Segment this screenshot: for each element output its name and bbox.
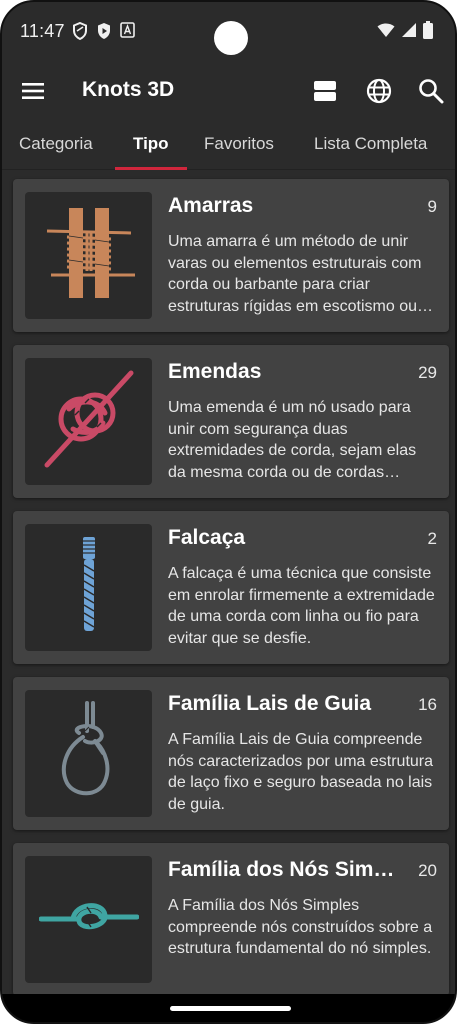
signal-icon bbox=[401, 22, 417, 43]
card-description: A falcaça é uma técnica que consiste em … bbox=[168, 565, 435, 647]
card-description: Uma amarra é um método de unir varas ou … bbox=[168, 233, 422, 315]
app-title: Knots 3D bbox=[82, 78, 175, 101]
overhand-knot-icon bbox=[38, 867, 139, 972]
status-bar: 11:47 bbox=[2, 2, 455, 62]
card-title: Família Lais de Guia bbox=[168, 692, 372, 715]
app-bar: Knots 3D bbox=[2, 62, 455, 120]
tab-tipo[interactable]: Tipo bbox=[133, 134, 169, 154]
bend-knot-icon bbox=[39, 369, 139, 474]
card-title: Amarras bbox=[168, 194, 254, 217]
card-description: Uma emenda é um nó usado para unir com s… bbox=[168, 399, 417, 481]
bowline-loop-icon bbox=[39, 701, 139, 806]
tab-bar: Categoria Tipo Favoritos Lista Completa bbox=[2, 120, 455, 170]
list-item[interactable]: Família dos Nós Simples 20 A Família dos… bbox=[13, 843, 449, 996]
view-toggle-icon[interactable] bbox=[307, 73, 343, 109]
home-gesture-handle[interactable] bbox=[170, 1006, 291, 1011]
list-item[interactable]: Amarras 9 Uma amarra é um método de unir… bbox=[13, 179, 449, 332]
list-item[interactable]: Emendas 29 Uma emenda é um nó usado para… bbox=[13, 345, 449, 498]
status-time: 11:47 bbox=[20, 21, 65, 41]
thumbnail bbox=[25, 690, 152, 817]
list-item[interactable]: Família Lais de Guia 16 A Família Lais d… bbox=[13, 677, 449, 830]
thumbnail bbox=[25, 856, 152, 983]
tab-favoritos[interactable]: Favoritos bbox=[204, 134, 274, 154]
vpn-shield-icon bbox=[72, 21, 88, 45]
play-protect-icon bbox=[96, 22, 112, 45]
knot-count: 2 bbox=[427, 529, 437, 548]
thumbnail bbox=[25, 524, 152, 651]
card-title: Emendas bbox=[168, 360, 262, 383]
wifi-icon bbox=[377, 22, 395, 43]
knot-count: 16 bbox=[418, 695, 437, 714]
active-tab-indicator bbox=[115, 167, 187, 170]
phone-screen: 11:47 Knots 3D Categoria Tipo Favoritos … bbox=[0, 0, 457, 1024]
knot-count: 20 bbox=[418, 861, 437, 880]
thumbnail bbox=[25, 192, 152, 319]
lashing-knot-icon bbox=[39, 203, 139, 308]
menu-icon[interactable] bbox=[15, 73, 51, 109]
tab-lista-completa[interactable]: Lista Completa bbox=[314, 134, 427, 154]
search-icon[interactable] bbox=[413, 73, 449, 109]
tab-categoria[interactable]: Categoria bbox=[19, 134, 93, 154]
thumbnail bbox=[25, 358, 152, 485]
list-item[interactable]: Falcaça 2 A falcaça é uma técnica que co… bbox=[13, 511, 449, 664]
front-camera-cutout bbox=[214, 21, 248, 55]
navigation-bar bbox=[2, 994, 455, 1022]
keyboard-a-icon bbox=[120, 22, 135, 45]
battery-icon bbox=[423, 21, 433, 44]
knot-count: 29 bbox=[418, 363, 437, 382]
card-description: A Família Lais de Guia compreende nós ca… bbox=[168, 731, 434, 813]
language-globe-icon[interactable] bbox=[361, 73, 397, 109]
status-system-icons bbox=[377, 21, 433, 44]
card-title: Falcaça bbox=[168, 526, 246, 549]
card-description: A Família dos Nós Simples compreende nós… bbox=[168, 897, 433, 957]
whipping-icon bbox=[39, 535, 139, 640]
card-title: Família dos Nós Simples bbox=[168, 858, 403, 881]
status-notification-icons bbox=[72, 21, 135, 45]
knot-count: 9 bbox=[427, 197, 437, 216]
